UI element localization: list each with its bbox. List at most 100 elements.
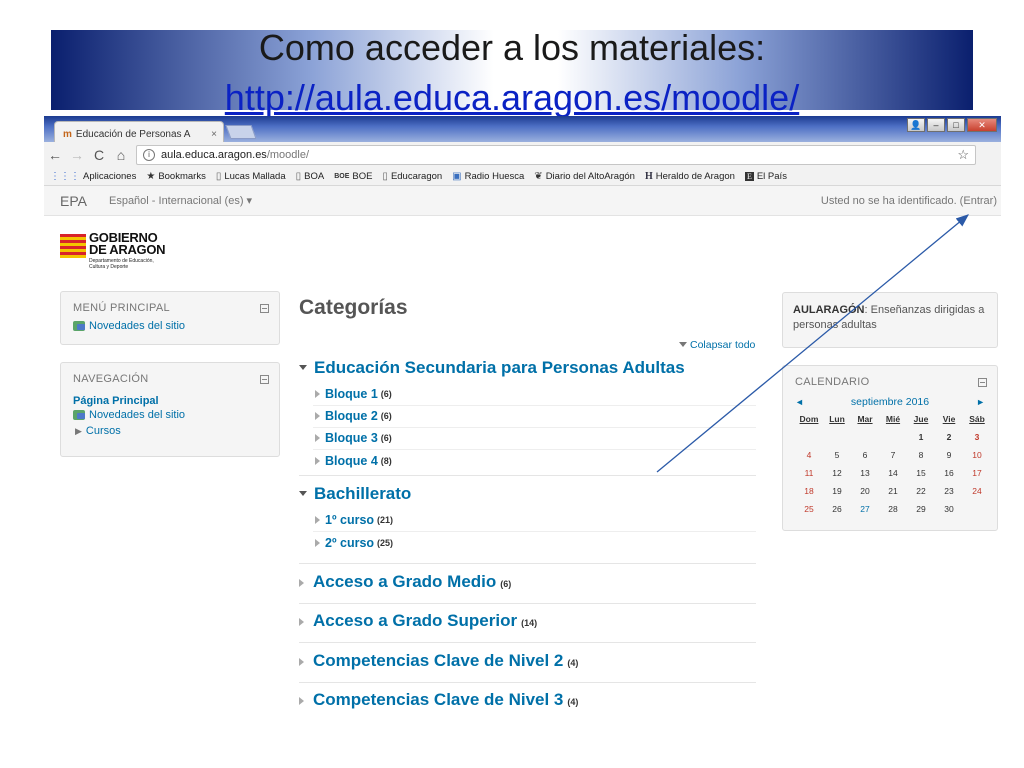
reload-icon[interactable]: C (88, 147, 110, 163)
calendar-day[interactable]: 12 (823, 468, 851, 478)
moodle-favicon-icon: m (63, 128, 72, 140)
calendar-day[interactable]: 21 (879, 486, 907, 496)
bookmark-item[interactable]: ⋮⋮⋮ Aplicaciones (50, 171, 136, 182)
tab-close-icon[interactable]: × (211, 129, 217, 140)
calendar-day[interactable]: 19 (823, 486, 851, 496)
calendar-day[interactable]: 7 (879, 450, 907, 460)
minimize-block-icon[interactable] (260, 304, 269, 313)
category-link[interactable]: Acceso a Grado Medio (6) (299, 572, 756, 592)
calendar-day[interactable]: 25 (795, 504, 823, 514)
calendar-day[interactable]: 10 (963, 450, 991, 460)
bookmark-item[interactable]: E El País (744, 171, 787, 182)
collapsed-arrow-icon (299, 579, 304, 587)
gobierno-aragon-logo[interactable]: GOBIERNO DE ARAGON Departamento de Educa… (60, 231, 166, 270)
bookmark-item[interactable]: ★ Bookmarks (146, 171, 205, 182)
address-bar[interactable]: i aula.educa.aragon.es /moodle/ ☆ (136, 145, 976, 165)
expand-arrow-icon: ▶ (75, 425, 82, 436)
calendar-day (963, 504, 991, 514)
calendar-day[interactable]: 24 (963, 486, 991, 496)
calendar-weekday: Mar (857, 414, 873, 424)
category-link[interactable]: Acceso a Grado Superior (14) (299, 611, 756, 631)
bookmark-item[interactable]: BOE BOE (334, 171, 372, 182)
site-brand[interactable]: EPA (60, 193, 87, 209)
calendar-day[interactable]: 22 (907, 486, 935, 496)
calendar-day[interactable]: 16 (935, 468, 963, 478)
calendar-day[interactable]: 29 (907, 504, 935, 514)
calendar-day[interactable]: 26 (823, 504, 851, 514)
category-link[interactable]: Educación Secundaria para Personas Adult… (299, 358, 756, 378)
block-title: CALENDARIO (795, 376, 870, 388)
news-link[interactable]: Novedades del sitio (73, 409, 267, 421)
calendar-month[interactable]: septiembre 2016 (851, 396, 929, 408)
language-menu[interactable]: Español - Internacional (es) ▾ (109, 194, 252, 207)
bookmark-item[interactable]: ▯ BOA (296, 171, 325, 182)
collapse-all-link[interactable]: Colapsar todo (679, 339, 755, 351)
collapsed-arrow-icon (315, 539, 320, 547)
bookmark-item[interactable]: ▯ Lucas Mallada (216, 171, 286, 182)
forward-arrow-icon[interactable]: → (66, 147, 88, 163)
calendar-day[interactable]: 1 (907, 432, 935, 442)
home-page-link[interactable]: Página Principal (73, 395, 267, 407)
subcategory-link[interactable]: 2º curso (25) (315, 536, 393, 550)
user-icon[interactable]: 👤 (907, 118, 925, 132)
courses-link[interactable]: ▶ Cursos (73, 425, 267, 437)
category-link[interactable]: Competencias Clave de Nivel 3 (4) (299, 690, 756, 710)
subcategory-link[interactable]: Bloque 3 (6) (315, 431, 392, 445)
forum-icon (73, 410, 85, 420)
calendar-day[interactable]: 28 (879, 504, 907, 514)
calendar-day (823, 432, 851, 442)
radio-icon: ▣ (452, 171, 462, 182)
next-month-icon[interactable]: ► (976, 397, 985, 407)
collapsed-arrow-icon (299, 618, 304, 626)
calendar-day (795, 432, 823, 442)
calendar-day[interactable]: 27 (851, 504, 879, 514)
calendar-day[interactable]: 8 (907, 450, 935, 460)
bookmark-item[interactable]: ❦ Diario del AltoAragón (534, 171, 635, 182)
category-item: Competencias Clave de Nivel 2 (4) (299, 647, 756, 683)
minimize-button[interactable]: – (927, 118, 945, 132)
calendar-day[interactable]: 2 (935, 432, 963, 442)
home-icon[interactable]: ⌂ (110, 147, 132, 163)
maximize-button[interactable]: □ (947, 118, 965, 132)
calendar-day[interactable]: 3 (963, 432, 991, 442)
info-icon[interactable]: i (143, 149, 155, 161)
calendar-day[interactable]: 17 (963, 468, 991, 478)
news-link[interactable]: Novedades del sitio (73, 320, 267, 332)
calendar-day[interactable]: 20 (851, 486, 879, 496)
calendar-day[interactable]: 13 (851, 468, 879, 478)
expanded-arrow-icon (299, 491, 307, 496)
bookmark-item[interactable]: H Heraldo de Aragon (645, 171, 735, 182)
calendar-day[interactable]: 15 (907, 468, 935, 478)
subcategory-link[interactable]: Bloque 1 (6) (315, 387, 392, 401)
calendar-day[interactable]: 4 (795, 450, 823, 460)
subcategory-link[interactable]: Bloque 4 (8) (315, 454, 392, 468)
calendar-day[interactable]: 9 (935, 450, 963, 460)
browser-tab[interactable]: m Educación de Personas A × (54, 121, 224, 142)
calendar-weekday: Dom (799, 414, 819, 424)
calendar-day[interactable]: 6 (851, 450, 879, 460)
bookmark-item[interactable]: ▯ Educaragon (382, 171, 442, 182)
bookmark-item[interactable]: ▣ Radio Huesca (452, 171, 524, 182)
minimize-block-icon[interactable] (260, 375, 269, 384)
calendar-day[interactable]: 14 (879, 468, 907, 478)
subcategory-link[interactable]: 1º curso (21) (315, 513, 393, 527)
category-link[interactable]: Bachillerato (299, 484, 756, 504)
calendar-day[interactable]: 11 (795, 468, 823, 478)
calendar-day[interactable]: 18 (795, 486, 823, 496)
calendar-day[interactable]: 23 (935, 486, 963, 496)
category-link[interactable]: Competencias Clave de Nivel 2 (4) (299, 651, 756, 671)
prev-month-icon[interactable]: ◄ (795, 397, 804, 407)
calendar-weekday: Vie (942, 414, 956, 424)
bookmark-star-icon[interactable]: ☆ (957, 147, 969, 163)
minimize-block-icon[interactable] (978, 378, 987, 387)
close-window-button[interactable]: ✕ (967, 118, 997, 132)
login-link[interactable]: Entrar (963, 195, 993, 207)
calendar-day[interactable]: 30 (935, 504, 963, 514)
back-arrow-icon[interactable]: ← (44, 147, 66, 163)
collapsed-arrow-icon (299, 658, 304, 666)
calendar-day[interactable]: 5 (823, 450, 851, 460)
slide-url-link[interactable]: http://aula.educa.aragon.es/moodle/ (0, 78, 1024, 118)
new-tab-button[interactable] (225, 125, 257, 139)
subcategory-link[interactable]: Bloque 2 (6) (315, 409, 392, 423)
tab-strip: m Educación de Personas A × 👤 – □ ✕ (44, 116, 1001, 142)
